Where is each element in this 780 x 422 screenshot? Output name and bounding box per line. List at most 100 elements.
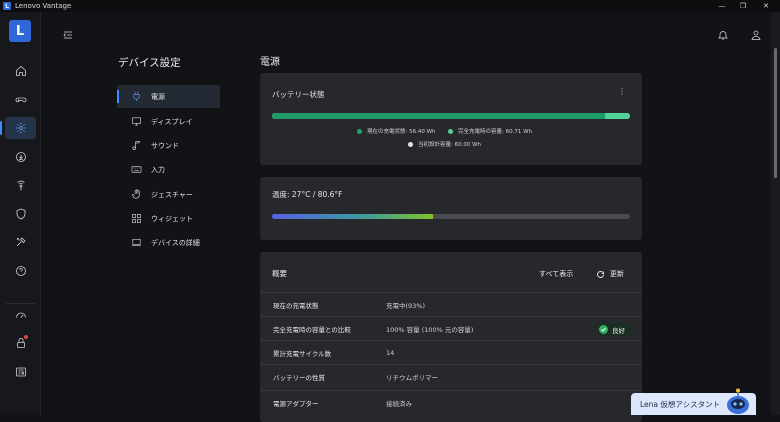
legend-dot [448,128,453,134]
scrollbar-thumb[interactable] [774,48,777,178]
account-button[interactable] [750,26,762,40]
row-value: 100% 容量 (100% 元の容量) [386,325,474,334]
row-key: 累計充電サイクル数 [273,349,332,358]
help-button[interactable] [5,260,36,282]
temperature-fill [272,214,433,219]
tools-button[interactable] [5,231,36,253]
temperature-card: 温度: 27°C / 80.6°F [260,177,642,240]
show-all-button[interactable]: すべて表示 [539,269,573,279]
app-icon: L [3,2,11,10]
menu-item-label: ディスプレイ [151,117,193,126]
row-value: 14 [386,348,395,357]
security-button[interactable] [5,203,36,225]
table-row: 現在の充電状態 充電中(93%) [260,292,642,316]
lenovo-logo[interactable]: L [9,20,31,42]
updates-button[interactable] [5,146,36,168]
gaming-button[interactable] [5,89,36,111]
gear-icon [15,123,26,133]
home-icon [15,65,26,76]
temperature-bar [272,214,630,219]
music-note-icon [132,141,140,150]
menu-item-label: サウンド [151,141,179,150]
legend-full-capacity: 完全充電時の容量: 60.71 Wh [448,127,532,135]
close-button[interactable]: ✕ [754,0,778,12]
speedometer-icon [15,312,26,318]
row-value: リチウムポリマー [386,373,438,382]
menu-item-sound[interactable]: サウンド [117,134,220,157]
table-row: 完全充電時の容量との比較 100% 容量 (100% 元の容量) 良好 [260,316,642,340]
lock-button[interactable] [5,332,36,354]
menu-item-gesture[interactable]: ジェスチャー [117,183,220,206]
legend-label: 現在の充電状態: 56.40 Wh [367,129,436,135]
news-icon [15,367,26,377]
menu-item-widgets[interactable]: ウィジェット [117,207,220,230]
battery-status-card: バッテリー状態 ⋮ 現在の充電状態: 56.40 Wh 完全充電時の容量: 60… [260,73,642,165]
battery-charge-fill [272,113,605,119]
window-title: Lenovo Vantage [15,2,72,10]
navigation-rail: L [0,12,41,415]
row-key: 電源アダプター [273,399,319,408]
table-row: 電源アダプター 接続済み [260,390,642,414]
maximize-button[interactable]: ❐ [731,0,755,12]
menu-item-label: ウィジェット [151,214,193,223]
badge-label: 良好 [612,326,625,335]
home-button[interactable] [5,60,36,82]
title-bar: L Lenovo Vantage [0,0,780,12]
battery-card-title: バッテリー状態 [272,90,325,99]
table-row: 累計充電サイクル数 14 [260,340,642,364]
menu-item-label: デバイスの詳細 [151,238,200,247]
news-button[interactable] [5,361,36,383]
check-icon [599,325,608,334]
monitor-icon [131,117,141,126]
row-value: 接続済み [386,399,412,408]
temperature-label: 温度: 27°C / 80.6°F [272,190,343,199]
page-title: 電源 [260,57,280,68]
battery-level-bar [272,113,630,119]
legend-current-charge: 現在の充電状態: 56.40 Wh [357,127,436,135]
menu-item-label: 入力 [151,165,165,174]
menu-item-input[interactable]: 入力 [117,158,220,181]
tools-icon [16,237,26,247]
refresh-button[interactable]: 更新 [596,269,624,279]
wifi-security-button[interactable] [5,175,36,197]
hand-gesture-icon [131,189,140,199]
power-plug-icon [132,91,140,102]
performance-button[interactable] [5,304,36,326]
widgets-icon [131,214,141,223]
refresh-label: 更新 [610,270,624,278]
table-row: バッテリーの性質 リチウムポリマー [260,364,642,388]
refresh-icon [597,270,604,278]
legend-dot [408,141,413,147]
device-settings-button[interactable] [0,117,36,139]
menu-item-device-details[interactable]: デバイスの詳細 [117,231,220,254]
keyboard-icon [131,166,141,173]
notifications-button[interactable] [717,26,729,40]
legend-dot [357,128,362,134]
collapse-menu-button[interactable] [62,26,74,39]
download-icon [15,152,26,162]
robot-assistant-icon[interactable] [724,388,752,415]
notification-dot [24,335,28,339]
assistant-label: Lena 仮想アシスタント [640,399,721,409]
wifi-security-icon [16,180,25,191]
row-value: 充電中(93%) [386,301,426,310]
menu-item-label: 電源 [151,92,165,101]
legend-design-capacity: 当初設計容量: 60.00 Wh [408,140,481,148]
legend-label: 完全充電時の容量: 60.71 Wh [458,129,533,135]
menu-item-power[interactable]: 電源 [117,85,220,108]
more-options-icon[interactable]: ⋮ [618,88,626,96]
row-key: バッテリーの性質 [273,373,325,382]
laptop-icon [131,238,141,247]
row-key: 完全充電時の容量との比較 [273,325,351,334]
menu-collapse-icon [63,31,72,39]
summary-title: 概要 [272,269,287,278]
legend-label: 当初設計容量: 60.00 Wh [418,142,482,148]
help-icon [15,266,26,276]
bell-icon [718,31,728,40]
row-key: 現在の充電状態 [273,301,319,310]
menu-item-display[interactable]: ディスプレイ [117,110,220,133]
gamepad-icon [15,97,26,103]
shield-icon [16,208,25,220]
menu-title: デバイス設定 [118,57,181,69]
menu-item-label: ジェスチャー [151,190,193,199]
